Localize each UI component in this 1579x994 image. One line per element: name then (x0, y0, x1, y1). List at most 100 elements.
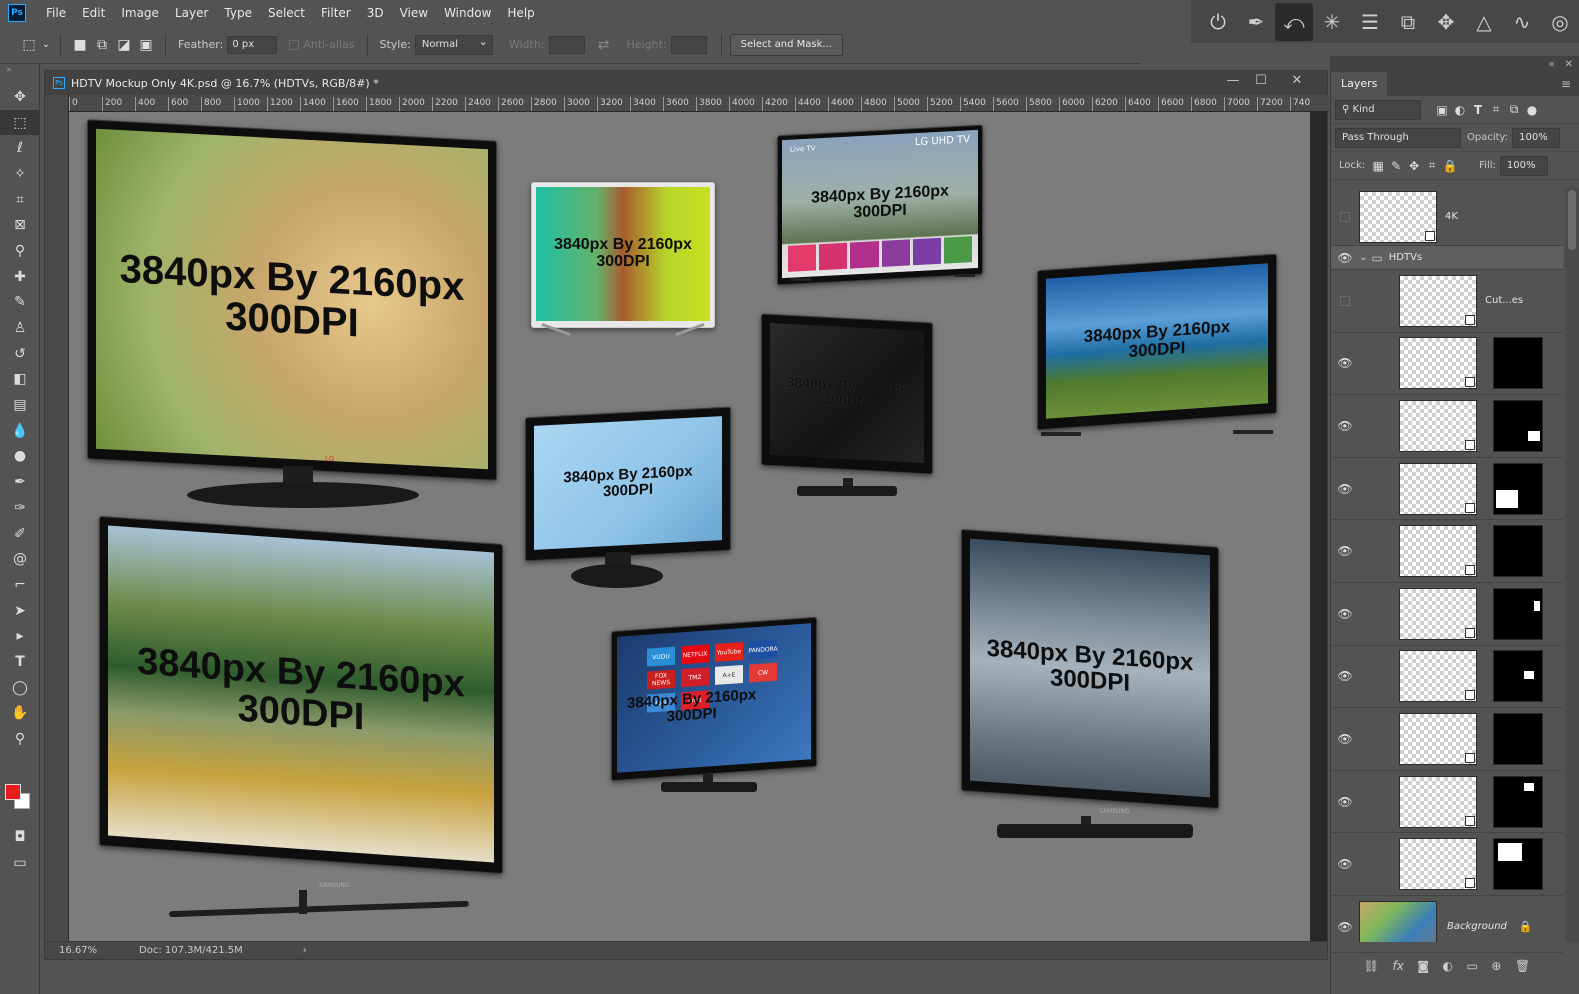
menu-3d[interactable]: 3D (359, 0, 392, 26)
zoom-level[interactable]: 16.67% (59, 945, 129, 956)
style-select[interactable]: Normal (414, 33, 493, 55)
tv-mockup-lg-uhd[interactable]: Live TV LG UHD TV 3840px By 2160px 300DP… (777, 124, 987, 300)
crop-frame-icon[interactable]: ⧉ (1389, 3, 1427, 41)
tv-mockup-samsung-large[interactable]: 3840px By 2160px 300DPI SAMSUNG (99, 515, 519, 920)
type-filter-icon[interactable]: T (1469, 101, 1487, 119)
lock-artboard-icon[interactable]: ⌗ (1423, 157, 1441, 175)
canvas[interactable]: 3840px By 2160px 300DPI LG 3840px By 216… (69, 112, 1310, 941)
feather-input[interactable]: 0 px (227, 35, 278, 54)
menu-view[interactable]: View (392, 0, 436, 26)
visibility-toggle[interactable] (1331, 211, 1359, 222)
curvature-pen-icon[interactable]: ✐ (0, 521, 40, 547)
menu-window[interactable]: Window (436, 0, 499, 26)
intersect-selection-icon[interactable]: ▣ (135, 34, 157, 56)
layer-group-row[interactable]: 👁 ⌄ ▭ HDTVs (1331, 246, 1563, 270)
trash-icon[interactable]: 🗑 (1515, 959, 1530, 973)
shape-filter-icon[interactable]: ⌗ (1487, 101, 1505, 119)
curve-path-icon[interactable]: ⤺ (1275, 2, 1313, 41)
menu-image[interactable]: Image (113, 0, 167, 26)
lock-position-icon[interactable]: ✥ (1405, 157, 1423, 175)
panel-menu-icon[interactable]: ≡ (1561, 72, 1579, 96)
foreground-color-swatch[interactable] (5, 784, 21, 800)
eraser-tool-icon[interactable]: ◧ (0, 367, 40, 393)
dodge-tool-icon[interactable]: ● (0, 444, 40, 470)
layer-row[interactable]: 👁 (1331, 458, 1563, 521)
pointer-icon[interactable]: ▸ (0, 623, 40, 649)
menu-type[interactable]: Type (216, 0, 260, 26)
layer-mask[interactable] (1493, 775, 1543, 828)
type-tool-icon[interactable]: T (0, 649, 40, 675)
path-select-icon[interactable]: ⌐ (0, 572, 40, 598)
add-selection-icon[interactable]: ⧉ (91, 34, 113, 56)
layer-row[interactable]: 👁 (1331, 646, 1563, 709)
close-icon[interactable]: ✕ (1287, 73, 1307, 88)
adjustment-layer-icon[interactable]: ◐ (1443, 959, 1453, 973)
healing-brush-icon[interactable]: ✚ (0, 264, 40, 290)
marquee-tool-icon[interactable]: ⬚ (18, 34, 40, 56)
layer-mask[interactable] (1493, 712, 1543, 765)
zoom-tool-icon[interactable]: ⚲ (0, 726, 40, 752)
menu-file[interactable]: File (38, 0, 74, 26)
eye-icon[interactable]: 👁 (1331, 356, 1359, 370)
antialias-checkbox[interactable] (289, 39, 300, 50)
direct-select-icon[interactable]: ➤ (0, 598, 40, 624)
eye-icon[interactable]: 👁 (1331, 251, 1359, 265)
tab-layers[interactable]: Layers (1331, 72, 1388, 96)
sparkle-icon[interactable]: ✳ (1313, 3, 1351, 41)
pixel-filter-icon[interactable]: ▣ (1433, 101, 1451, 119)
transform-icon[interactable]: ✥ (1427, 3, 1465, 41)
fx-icon[interactable]: fx (1393, 959, 1404, 973)
power-icon[interactable]: ⏻ (1199, 3, 1237, 41)
layer-row[interactable]: 👁 (1331, 333, 1563, 396)
tv-mockup-monitor[interactable]: 3840px By 2160px 300DPI (525, 406, 735, 592)
layer-mask[interactable] (1493, 525, 1543, 578)
crop-tool-icon[interactable]: ⌗ (0, 187, 40, 213)
ellipse-tool-icon[interactable]: ◯ (0, 675, 40, 701)
subtract-selection-icon[interactable]: ◪ (113, 34, 135, 56)
tv-mockup-small-white[interactable]: 3840px By 2160px 300DPI (531, 182, 721, 342)
stamp-tool-icon[interactable]: ♙ (0, 315, 40, 341)
eye-icon[interactable]: 👁 (1331, 419, 1359, 433)
layer-row[interactable]: 👁 (1331, 771, 1563, 834)
lock-all-icon[interactable]: 🔒 (1441, 157, 1459, 175)
add-mask-icon[interactable]: ◙ (1417, 959, 1429, 973)
tv-mockup-smart-apps[interactable]: VUDU NETFLIX YouTube PANDORA FOX NEWS TM… (611, 616, 823, 804)
blur-tool-icon[interactable]: 💧 (0, 418, 40, 444)
fill-input[interactable]: 100% (1499, 155, 1548, 176)
eye-icon[interactable]: 👁 (1331, 544, 1359, 558)
eye-icon[interactable]: 👁 (1331, 920, 1359, 934)
layer-mask[interactable] (1493, 838, 1543, 891)
new-layer-icon[interactable]: ⊕ (1491, 959, 1501, 973)
collapse-icon[interactable]: » (0, 64, 39, 84)
eye-icon[interactable]: 👁 (1331, 669, 1359, 683)
menu-select[interactable]: Select (260, 0, 313, 26)
maximize-icon[interactable]: ☐ (1251, 73, 1271, 88)
eye-icon[interactable]: 👁 (1331, 607, 1359, 621)
layers-scrollbar[interactable] (1565, 188, 1579, 942)
eye-icon[interactable]: 👁 (1331, 857, 1359, 871)
triangle-icon[interactable]: △ (1465, 3, 1503, 41)
menu-help[interactable]: Help (499, 0, 542, 26)
adjustment-filter-icon[interactable]: ◐ (1451, 101, 1469, 119)
height-input[interactable] (670, 35, 707, 54)
layer-row[interactable]: Cut...es (1331, 270, 1563, 333)
opacity-input[interactable]: 100% (1512, 127, 1561, 148)
lock-transparent-icon[interactable]: ▦ (1369, 157, 1387, 175)
layer-row[interactable]: 👁 (1331, 395, 1563, 458)
layer-row[interactable]: 👁 (1331, 583, 1563, 646)
layer-row[interactable]: 4K (1331, 188, 1563, 246)
quick-mask-icon[interactable]: ◘ (0, 824, 40, 850)
document-tab[interactable]: Ps HDTV Mockup Only 4K.psd @ 16.7% (HDTV… (45, 71, 1327, 95)
eyedropper-icon[interactable]: ⚲ (0, 238, 40, 264)
lock-pixels-icon[interactable]: ✎ (1387, 157, 1405, 175)
width-input[interactable] (548, 35, 585, 54)
layer-row[interactable]: 👁 (1331, 833, 1563, 896)
layer-mask[interactable] (1493, 337, 1543, 390)
layer-mask[interactable] (1493, 650, 1543, 703)
eye-icon[interactable]: 👁 (1331, 482, 1359, 496)
smart-object-filter-icon[interactable]: ⧉ (1505, 101, 1523, 119)
tv-mockup-lake[interactable]: 3840px By 2160px 300DPI (1037, 253, 1287, 462)
minimize-icon[interactable]: — (1223, 73, 1243, 88)
lasso-tool-icon[interactable]: ℓ (0, 135, 40, 161)
chevron-down-icon[interactable]: ⌄ (1359, 252, 1367, 263)
